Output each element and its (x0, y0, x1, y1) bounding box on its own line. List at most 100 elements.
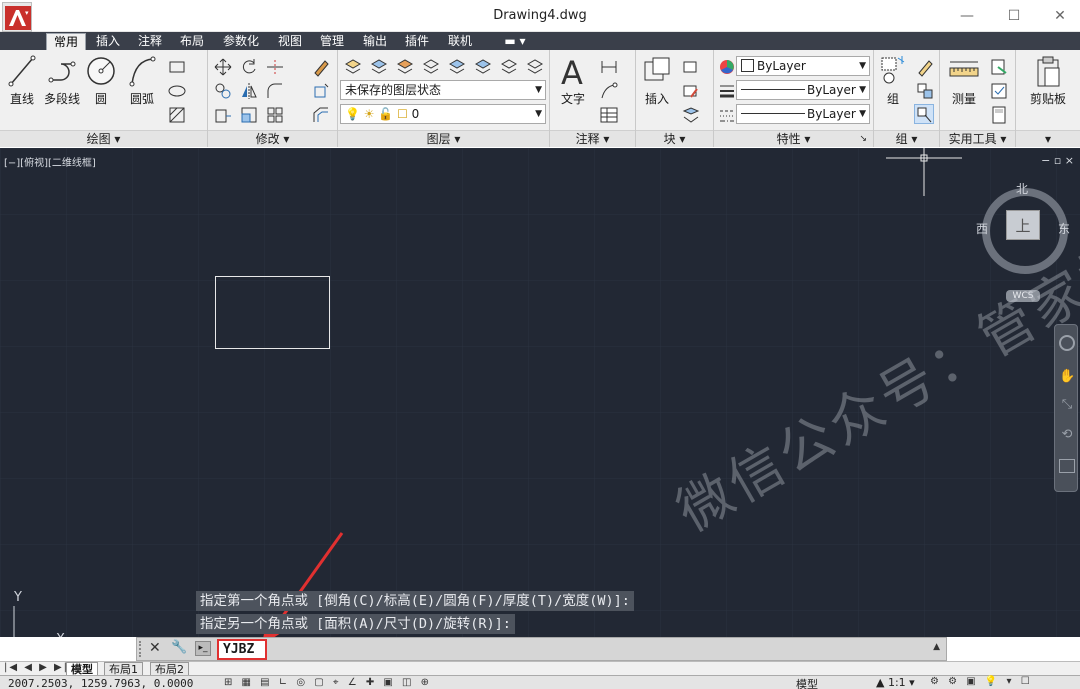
line-tool-button[interactable]: 直线 (4, 54, 40, 107)
edit-block-icon[interactable] (680, 80, 700, 100)
group-selection-icon[interactable] (914, 104, 934, 124)
linetype-icon[interactable] (716, 104, 736, 124)
hatch-tool-icon[interactable] (166, 104, 186, 124)
draw-panel-title[interactable]: 绘图 ▾ (0, 130, 207, 147)
layer-tool-icon[interactable] (524, 56, 544, 76)
insert-block-button[interactable]: 插入 (638, 54, 676, 107)
linetype-dropdown[interactable]: ByLayer ▼ (736, 104, 870, 124)
pan-icon[interactable]: ✋ (1059, 369, 1075, 385)
orbit-icon[interactable]: ⟲ (1059, 427, 1075, 443)
select-all-icon[interactable] (988, 80, 1008, 100)
drafting-toggle-icons[interactable]: ⊞ ▦ ▤ ∟ ◎ ▢ ⌖ ∠ ✚ ▣ ◫ ⊕ (224, 677, 432, 688)
close-icon[interactable]: ✕ (149, 640, 161, 656)
layer-tool-icon[interactable] (446, 56, 466, 76)
annotation-scale[interactable]: ▲ 1:1 ▾ (876, 676, 915, 689)
layer-state-dropdown[interactable]: 未保存的图层状态 ▼ (340, 80, 546, 100)
utilities-panel-title[interactable]: 实用工具 ▾ (940, 130, 1015, 147)
command-input[interactable]: YJBZ (217, 639, 267, 660)
lineweight-dropdown[interactable]: ByLayer ▼ (736, 80, 870, 100)
tab-view[interactable]: 视图 (272, 33, 308, 50)
layer-tool-icon[interactable] (498, 56, 518, 76)
quick-select-icon[interactable] (988, 56, 1008, 76)
layout-tab-layout1[interactable]: 布局1 (104, 662, 143, 676)
group-tool-button[interactable]: 组 (876, 54, 910, 107)
layer-properties-icon[interactable] (342, 56, 362, 76)
ellipse-tool-icon[interactable] (166, 80, 186, 100)
color-dropdown[interactable]: ByLayer ▼ (736, 56, 870, 76)
maximize-button[interactable]: ☐ (1002, 6, 1026, 26)
minimize-button[interactable]: — (955, 6, 979, 26)
layer-tool-icon[interactable] (368, 56, 388, 76)
dimension-icon[interactable] (598, 56, 618, 76)
fillet-icon[interactable] (264, 80, 284, 100)
modify-panel-title[interactable]: 修改 ▾ (208, 130, 337, 147)
color-wheel-icon[interactable] (716, 56, 736, 76)
annotation-panel-title[interactable]: 注释 ▾ (550, 130, 635, 147)
viewcube-top-face[interactable]: 上 (1006, 210, 1040, 240)
erase-icon[interactable] (310, 56, 330, 77)
dialog-launcher-icon[interactable]: ↘ (859, 131, 867, 148)
current-layer-dropdown[interactable]: 💡 ☀ 🔓 ☐ 0 ▼ (340, 104, 546, 124)
paste-button[interactable]: 剪贴板 (1020, 54, 1076, 107)
circle-tool-button[interactable]: 圆 (84, 54, 118, 107)
stretch-icon[interactable] (212, 104, 232, 124)
tab-home[interactable]: 常用 (46, 33, 86, 50)
group-edit-icon[interactable] (914, 80, 934, 100)
command-bar-grip[interactable] (139, 641, 145, 657)
rotate-icon[interactable] (238, 56, 258, 76)
calculator-icon[interactable] (988, 104, 1008, 124)
mirror-icon[interactable] (238, 80, 258, 100)
command-history-toggle[interactable]: ▲ (933, 642, 940, 652)
properties-panel-title[interactable]: 特性 ▾ ↘ (714, 130, 873, 147)
model-space-toggle[interactable]: 模型 (796, 676, 818, 689)
command-prompt-icon[interactable]: ▸_ (195, 641, 211, 656)
block-panel-title[interactable]: 块 ▾ (636, 130, 713, 147)
layout-tab-layout2[interactable]: 布局2 (150, 662, 189, 676)
tab-online[interactable]: 联机 (442, 33, 478, 50)
wrench-icon[interactable]: 🔧 (171, 640, 187, 655)
drawing-canvas[interactable]: [−][俯视][二维线框] − ▫ × 北 西 东 上 WCS ✋ ⤡ ⟲ 微信… (0, 148, 1080, 637)
close-button[interactable]: ✕ (1048, 6, 1072, 26)
group-panel-title[interactable]: 组 ▾ (874, 130, 939, 147)
layer-tool-icon[interactable] (394, 56, 414, 76)
text-tool-button[interactable]: A 文字 (554, 54, 592, 107)
ungroup-icon[interactable] (914, 56, 934, 77)
copy-icon[interactable] (212, 80, 232, 100)
viewcube-north[interactable]: 北 (1016, 180, 1028, 197)
tab-layout[interactable]: 布局 (174, 33, 210, 50)
tab-parametric[interactable]: 参数化 (218, 33, 264, 50)
offset-icon[interactable] (310, 104, 330, 124)
ribbon-options-icon[interactable]: ▬ ▾ (500, 33, 530, 50)
scale-icon[interactable] (238, 104, 258, 124)
polyline-tool-button[interactable]: 多段线 (42, 54, 82, 107)
tab-output[interactable]: 输出 (357, 33, 393, 50)
status-tray-icons[interactable]: ⚙ ⚙ ▣ 💡 ▾ ☐ (930, 676, 1033, 687)
viewcube-west[interactable]: 西 (976, 220, 988, 237)
arc-tool-button[interactable]: 圆弧 (124, 54, 160, 107)
tab-plugins[interactable]: 插件 (399, 33, 435, 50)
explode-icon[interactable] (310, 80, 330, 100)
showmotion-icon[interactable] (1059, 459, 1075, 473)
trim-icon[interactable] (264, 56, 284, 76)
lineweight-icon[interactable] (716, 80, 736, 100)
move-icon[interactable] (212, 56, 232, 76)
viewport-window-controls[interactable]: − ▫ × (1041, 154, 1074, 167)
layout-nav-buttons[interactable]: |◀ ◀ ▶ ▶| (4, 662, 69, 673)
edit-attributes-icon[interactable] (680, 104, 700, 124)
array-icon[interactable] (264, 104, 284, 124)
table-icon[interactable] (598, 104, 618, 124)
create-block-icon[interactable] (680, 56, 700, 76)
rectangle-tool-icon[interactable] (166, 56, 186, 76)
leader-icon[interactable] (598, 80, 618, 100)
clipboard-panel-title[interactable]: ▾ (1016, 130, 1080, 147)
tab-annotate[interactable]: 注释 (132, 33, 168, 50)
tab-insert[interactable]: 插入 (90, 33, 126, 50)
layer-tool-icon[interactable] (420, 56, 440, 76)
layout-tab-model[interactable]: 模型 (66, 662, 98, 676)
tab-manage[interactable]: 管理 (314, 33, 350, 50)
zoom-extents-icon[interactable]: ⤡ (1059, 397, 1075, 413)
measure-tool-button[interactable]: 测量 (942, 54, 986, 107)
viewport-controls-label[interactable]: [−][俯视][二维线框] (4, 154, 96, 169)
layer-tool-icon[interactable] (472, 56, 492, 76)
layer-panel-title[interactable]: 图层 ▾ (338, 130, 549, 147)
